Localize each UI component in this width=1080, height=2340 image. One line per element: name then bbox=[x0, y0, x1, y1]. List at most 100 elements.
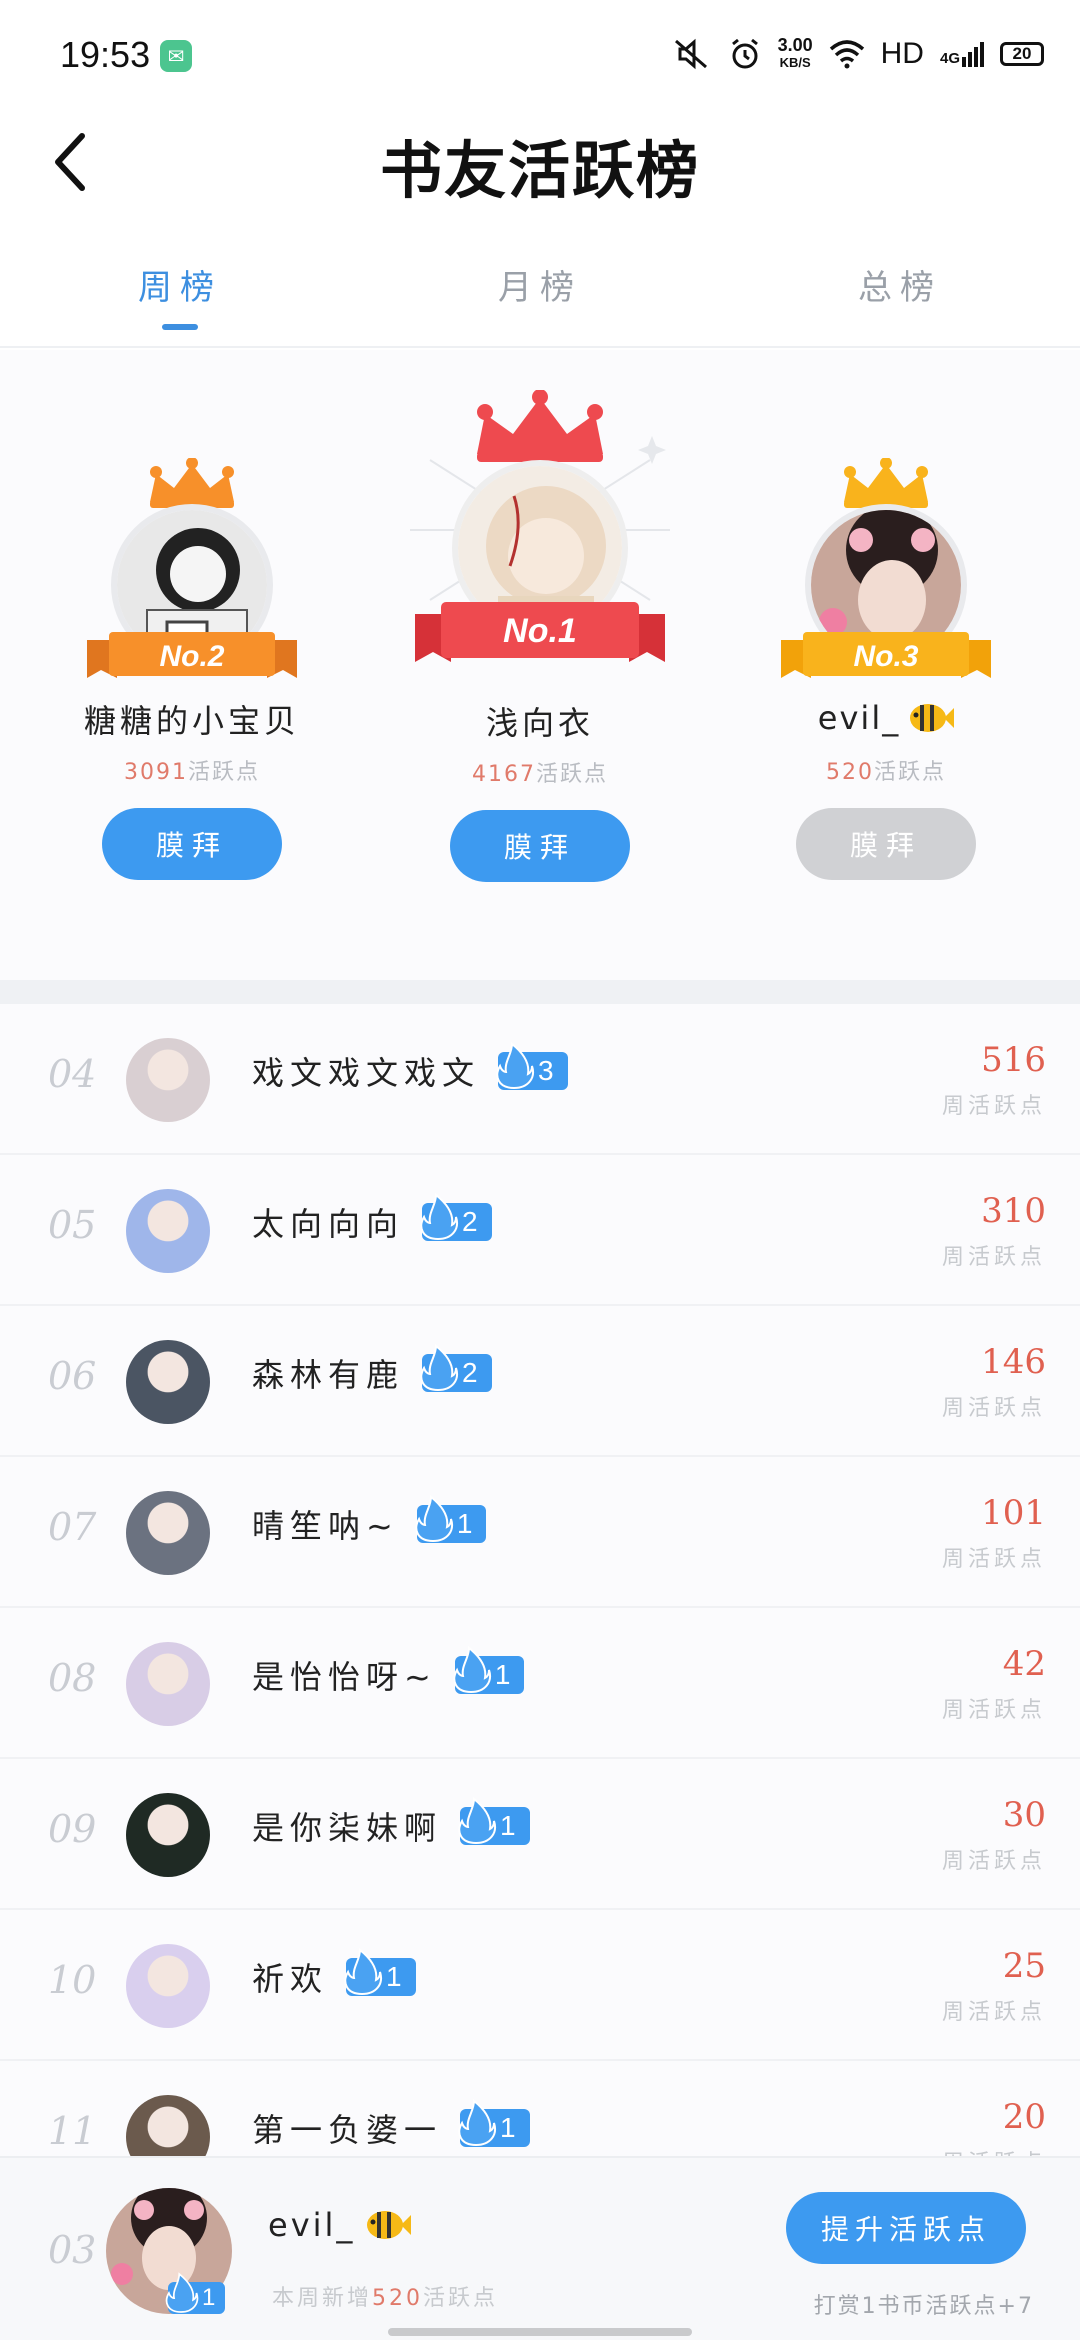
avatar-frame: No.2 bbox=[87, 458, 297, 678]
score-value: 101 bbox=[981, 1493, 1046, 1533]
avatar-frame: No.3 bbox=[781, 458, 991, 678]
rank-number: 11 bbox=[48, 2109, 97, 2153]
list-item[interactable]: 06 森林有鹿 2 146 周活跃点 bbox=[0, 1306, 1080, 1457]
user-name: 是怡怡呀~ bbox=[252, 1658, 437, 1696]
podium-first: No.1 浅向衣 4167活跃点 膜拜 bbox=[390, 350, 690, 882]
flame-icon bbox=[420, 1344, 458, 1392]
app-notification-icon: ✉ bbox=[160, 40, 192, 72]
list-item[interactable]: 10 祈欢 1 25 周活跃点 bbox=[0, 1910, 1080, 2061]
fire-count: 1 bbox=[386, 1961, 402, 1992]
weekly-gain-note: 本周新增520活跃点 bbox=[272, 2280, 498, 2312]
list-item[interactable]: 04 戏文戏文戏文 3 516 周活跃点 bbox=[0, 1004, 1080, 1155]
points-value: 520 bbox=[825, 760, 874, 785]
flame-icon bbox=[415, 1495, 453, 1543]
rank-number: 05 bbox=[48, 1203, 97, 1247]
speed-value: 3.00 bbox=[777, 35, 813, 55]
flame-icon bbox=[420, 1193, 458, 1241]
boost-activity-button[interactable]: 提升活跃点 bbox=[786, 2192, 1026, 2264]
points-unit: 活跃点 bbox=[187, 760, 260, 785]
name-group: 戏文戏文戏文 3 bbox=[252, 1042, 568, 1094]
fish-emoji-icon bbox=[910, 704, 955, 732]
list-item[interactable]: 08 是怡怡呀~ 1 42 周活跃点 bbox=[0, 1608, 1080, 1759]
fire-badge: 1 bbox=[458, 1797, 530, 1845]
note-prefix: 本周新增 bbox=[272, 2286, 373, 2311]
rank-number: 06 bbox=[48, 1354, 97, 1398]
worship-button[interactable]: 膜拜 bbox=[796, 808, 976, 880]
avatar[interactable] bbox=[126, 1491, 210, 1575]
points-unit: 活跃点 bbox=[873, 760, 946, 785]
my-fire-badge: 1 bbox=[165, 2272, 226, 2314]
fire-count: 3 bbox=[538, 1055, 554, 1086]
crown-icon bbox=[477, 390, 603, 462]
avatar[interactable] bbox=[126, 1340, 210, 1424]
status-bar: 19:53 ✉ 3.00 KB/S HD 4G 20 bbox=[0, 0, 1080, 110]
score-label: 周活跃点 bbox=[942, 2145, 1046, 2156]
user-name: 浅向衣 bbox=[485, 704, 594, 742]
crown-icon bbox=[150, 458, 234, 508]
name-group: 是你柒妹啊 1 bbox=[252, 1797, 530, 1849]
user-name: 糖糖的小宝贝 bbox=[83, 702, 300, 740]
name-group: 是怡怡呀~ 1 bbox=[252, 1646, 525, 1698]
fire-badge: 3 bbox=[496, 1042, 568, 1090]
avatar[interactable] bbox=[126, 1642, 210, 1726]
name-group: 森林有鹿 2 bbox=[252, 1344, 492, 1396]
active-points: 4167活跃点 bbox=[390, 756, 690, 788]
name-group: 祈欢 1 bbox=[252, 1948, 416, 2000]
tab-total[interactable]: 总榜 bbox=[720, 240, 1080, 346]
user-name-text: evil_ bbox=[817, 699, 901, 737]
user-name: 祈欢 bbox=[252, 1960, 329, 1998]
speed-unit: KB/S bbox=[779, 55, 811, 70]
flame-icon bbox=[496, 1042, 534, 1090]
active-points: 3091活跃点 bbox=[42, 754, 342, 786]
home-indicator[interactable] bbox=[388, 2328, 692, 2336]
fire-badge: 2 bbox=[420, 1193, 492, 1241]
user-name: 是你柒妹啊 bbox=[252, 1809, 443, 1847]
tip-reward-note: 打赏1书币活跃点+7 bbox=[813, 2294, 1034, 2319]
list-item[interactable]: 09 是你柒妹啊 1 30 周活跃点 bbox=[0, 1759, 1080, 1910]
mute-icon bbox=[674, 38, 707, 70]
avatar[interactable] bbox=[126, 1944, 210, 2028]
my-name: evil_ bbox=[268, 2206, 412, 2244]
tab-bar: 周榜 月榜 总榜 bbox=[0, 240, 1080, 348]
fish-emoji-icon bbox=[367, 2211, 412, 2239]
fire-count: 1 bbox=[456, 1508, 473, 1539]
note-value: 520 bbox=[372, 2286, 424, 2311]
avatar[interactable] bbox=[126, 2095, 210, 2156]
flame-icon bbox=[165, 2272, 199, 2313]
tab-monthly[interactable]: 月榜 bbox=[360, 240, 720, 346]
avatar[interactable] bbox=[126, 1038, 210, 1122]
avatar[interactable] bbox=[126, 1189, 210, 1273]
tab-weekly[interactable]: 周榜 bbox=[0, 240, 360, 346]
name-group: 太向向向 2 bbox=[252, 1193, 492, 1245]
fire-count: 1 bbox=[500, 2112, 516, 2143]
fire-count: 2 bbox=[462, 1206, 478, 1237]
score-value: 146 bbox=[981, 1342, 1046, 1382]
worship-button[interactable]: 膜拜 bbox=[450, 810, 630, 882]
score-value: 20 bbox=[1002, 2097, 1046, 2137]
user-name: 晴笙呐~ bbox=[252, 1507, 399, 1545]
name-group: 晴笙呐~ 1 bbox=[252, 1495, 487, 1547]
user-name: evil_ bbox=[736, 696, 1036, 740]
list-item[interactable]: 05 太向向向 2 310 周活跃点 bbox=[0, 1155, 1080, 1306]
hd-indicator: HD bbox=[880, 37, 924, 70]
active-points: 520活跃点 bbox=[736, 754, 1036, 786]
fire-badge: 1 bbox=[344, 1948, 416, 1996]
score-value: 310 bbox=[981, 1191, 1046, 1231]
rank-number: 07 bbox=[48, 1505, 97, 1549]
fire-badge: 1 bbox=[453, 1646, 525, 1694]
ranking-list[interactable]: 04 戏文戏文戏文 3 516 周活跃点 05 太向向向 2 310 周活跃点 … bbox=[0, 1004, 1080, 2156]
my-rank-number: 03 bbox=[48, 2228, 97, 2272]
user-name: 森林有鹿 bbox=[252, 1356, 405, 1394]
list-item[interactable]: 07 晴笙呐~ 1 101 周活跃点 bbox=[0, 1457, 1080, 1608]
worship-button[interactable]: 膜拜 bbox=[102, 808, 282, 880]
score-label: 周活跃点 bbox=[941, 1396, 1046, 1421]
score-label: 周活跃点 bbox=[941, 2000, 1046, 2025]
user-name: 戏文戏文戏文 bbox=[252, 1054, 481, 1092]
avatar[interactable] bbox=[126, 1793, 210, 1877]
list-item[interactable]: 11 第一负婆一 1 20 周活跃点 bbox=[0, 2061, 1080, 2156]
fire-badge: 1 bbox=[458, 2099, 530, 2147]
rank-label: No.1 bbox=[503, 612, 577, 650]
score-label: 周活跃点 bbox=[941, 1245, 1046, 1270]
rank-number: 08 bbox=[48, 1656, 97, 1700]
score-label: 周活跃点 bbox=[941, 1547, 1046, 1572]
